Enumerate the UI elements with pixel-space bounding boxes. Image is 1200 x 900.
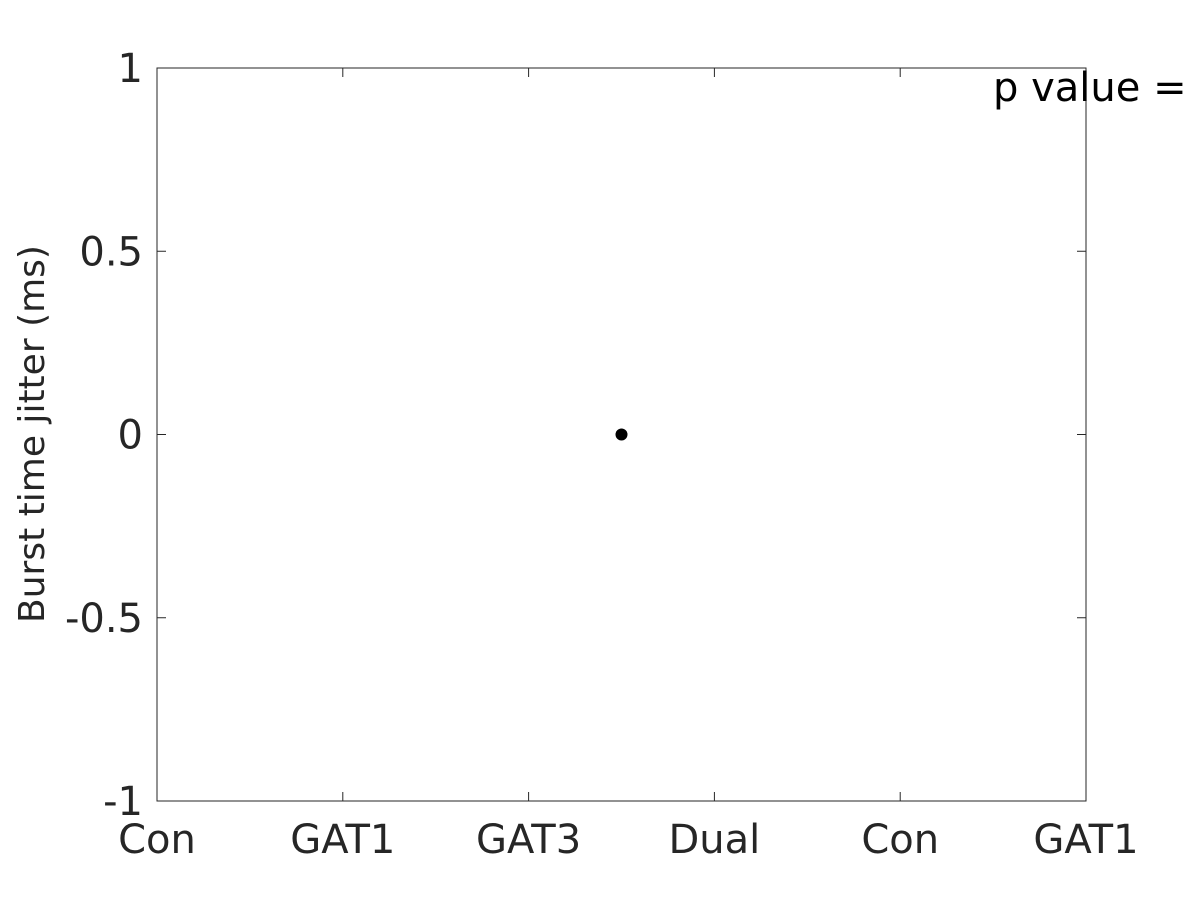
y-tick-label: 0 xyxy=(118,413,143,459)
x-tick-label: GAT1 xyxy=(1033,817,1138,863)
y-axis-label: Burst time jitter (ms) xyxy=(12,245,53,623)
y-tick-label: -0.5 xyxy=(65,596,143,642)
x-tick-label: Con xyxy=(861,817,939,863)
y-tick-label: -1 xyxy=(103,779,143,825)
x-tick-label: GAT1 xyxy=(290,817,395,863)
data-point xyxy=(615,428,628,441)
x-tick-label: Dual xyxy=(669,817,761,863)
chart: Con GAT1 GAT3 Dual Con GAT1 10.50-0.5-1 Burst… xyxy=(12,46,1187,863)
p-value-annotation: p value = xyxy=(993,65,1187,111)
x-tick-label: GAT3 xyxy=(476,817,581,863)
y-tick-label: 1 xyxy=(118,46,143,92)
data-points xyxy=(615,428,628,441)
y-tick-label: 0.5 xyxy=(79,229,143,275)
